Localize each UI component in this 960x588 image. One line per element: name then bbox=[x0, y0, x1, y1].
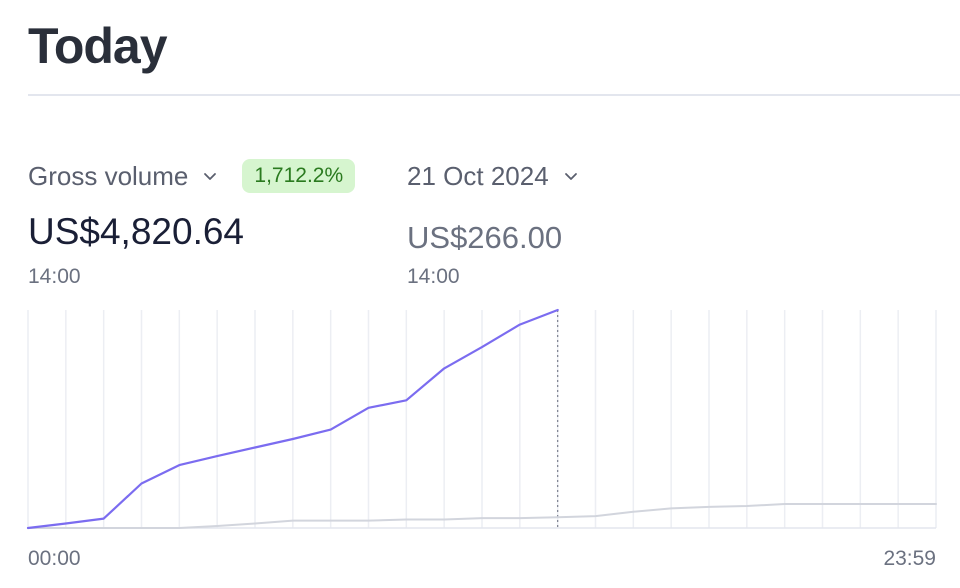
comparison-date-selector[interactable]: 21 Oct 2024 bbox=[407, 161, 579, 192]
metric-selector[interactable]: Gross volume bbox=[28, 161, 218, 192]
metric-value: US$4,820.64 bbox=[28, 211, 245, 252]
comparison-date-label: 21 Oct 2024 bbox=[407, 160, 549, 191]
x-axis-start-label: 00:00 bbox=[28, 547, 81, 570]
comparison-header: 21 Oct 2024 bbox=[407, 156, 579, 196]
chevron-down-icon bbox=[564, 173, 577, 180]
comparison-time: 14:00 bbox=[407, 265, 460, 288]
x-axis-end-label: 23:59 bbox=[883, 547, 936, 570]
change-badge: 1,712.2% bbox=[242, 159, 356, 193]
header-divider bbox=[28, 94, 960, 96]
metric-header: Gross volume 1,712.2% bbox=[28, 156, 356, 196]
comparison-value: US$266.00 bbox=[407, 220, 563, 255]
gross-volume-chart[interactable] bbox=[0, 300, 960, 540]
metric-label: Gross volume bbox=[28, 160, 189, 191]
chevron-down-icon bbox=[204, 173, 217, 180]
metric-time: 14:00 bbox=[28, 265, 81, 288]
page-title: Today bbox=[28, 18, 168, 74]
